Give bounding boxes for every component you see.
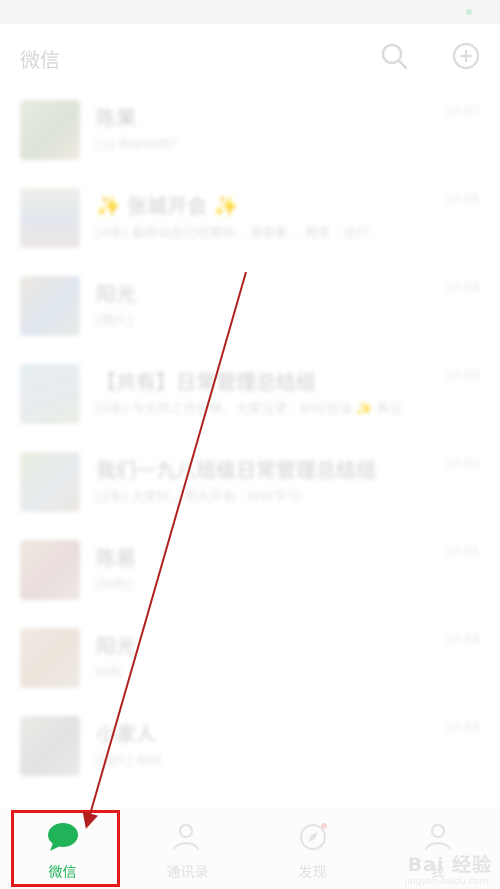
chat-preview: [2条] 大家好，明天开会 · 好好学习 [96,490,300,505]
chat-preview: [4条] 最新动态已经更新，请查看… 我家 · 进行 [96,226,370,241]
tab-label: 通讯录 [166,865,209,881]
tab-contacts[interactable]: 通讯录 [125,808,250,889]
page-title: 微信 [20,48,60,72]
tab-discover[interactable]: 发现 [250,808,375,889]
chat-item[interactable]: 阳光 好的 13:58 [0,616,500,704]
app-header: 微信 [0,24,500,88]
avatar [20,452,80,512]
chat-item[interactable]: 陈果 [1] 你好好的？ 14:07 [0,88,500,176]
chat-time: 13:55 [445,720,480,734]
tab-label: 发现 [298,865,327,881]
chat-preview: [5条] 今天的工作安排，大家注意 · 好好加油 ✨ 再见 [96,402,403,417]
chat-time: 13:58 [445,632,480,646]
chat-time: 14:04 [445,280,480,294]
baidu-watermark: Bai 经验 [407,854,492,876]
chat-name: 我们一九八班级日常管理总结组 [96,458,376,482]
chat-time: 14:03 [445,368,480,382]
status-indicator-icon [466,9,472,15]
chat-name: 小家人 [96,722,156,746]
avatar [20,716,80,776]
chat-time: 14:07 [445,104,480,118]
chat-name: 陈果 [96,106,136,130]
avatar [20,364,80,424]
avatar [20,540,80,600]
status-bar [0,0,500,24]
chat-item[interactable]: 陈易 [好的] 14:01 [0,528,500,616]
chat-name: 阳光 [96,282,136,306]
chat-time: 14:02 [445,456,480,470]
chat-name: 陈易 [96,546,136,570]
avatar [20,276,80,336]
avatar [20,100,80,160]
chat-name: 阳光 [96,634,136,658]
baidu-watermark-url: jingyan.baidu.com [404,877,488,887]
chat-item[interactable]: 小家人 [图片] 你好 13:55 [0,704,500,792]
search-icon[interactable] [380,42,408,70]
avatar [20,188,80,248]
compass-icon [300,823,327,850]
chat-name: ✨ 张城开会 ✨ [96,194,239,218]
contacts-icon [173,824,199,851]
chat-preview: [1] 你好好的？ [96,138,184,153]
chat-preview: [图片] 你好 [96,754,163,769]
chat-list: 陈果 [1] 你好好的？ 14:07 ✨ 张城开会 ✨ [4条] 最新动态已经更… [0,88,500,808]
chat-time: 14:01 [445,544,480,558]
chat-item[interactable]: ✨ 张城开会 ✨ [4条] 最新动态已经更新，请查看… 我家 · 进行 14:0… [0,176,500,264]
chat-item[interactable]: 【共有】日常管理总结组 [5条] 今天的工作安排，大家注意 · 好好加油 ✨ 再… [0,352,500,440]
chat-preview: 好的 [96,666,123,681]
chat-item[interactable]: 阳光 [图片] 14:04 [0,264,500,352]
chat-time: 14:05 [445,192,480,206]
person-icon [425,824,451,851]
chat-preview: [图片] [96,314,133,329]
chat-preview: [好的] [96,578,133,593]
chat-name: 【共有】日常管理总结组 [96,370,316,394]
highlight-box [11,810,120,887]
plus-circle-icon[interactable] [452,42,480,70]
chat-item[interactable]: 我们一九八班级日常管理总结组 [2条] 大家好，明天开会 · 好好学习 14:0… [0,440,500,528]
avatar [20,628,80,688]
